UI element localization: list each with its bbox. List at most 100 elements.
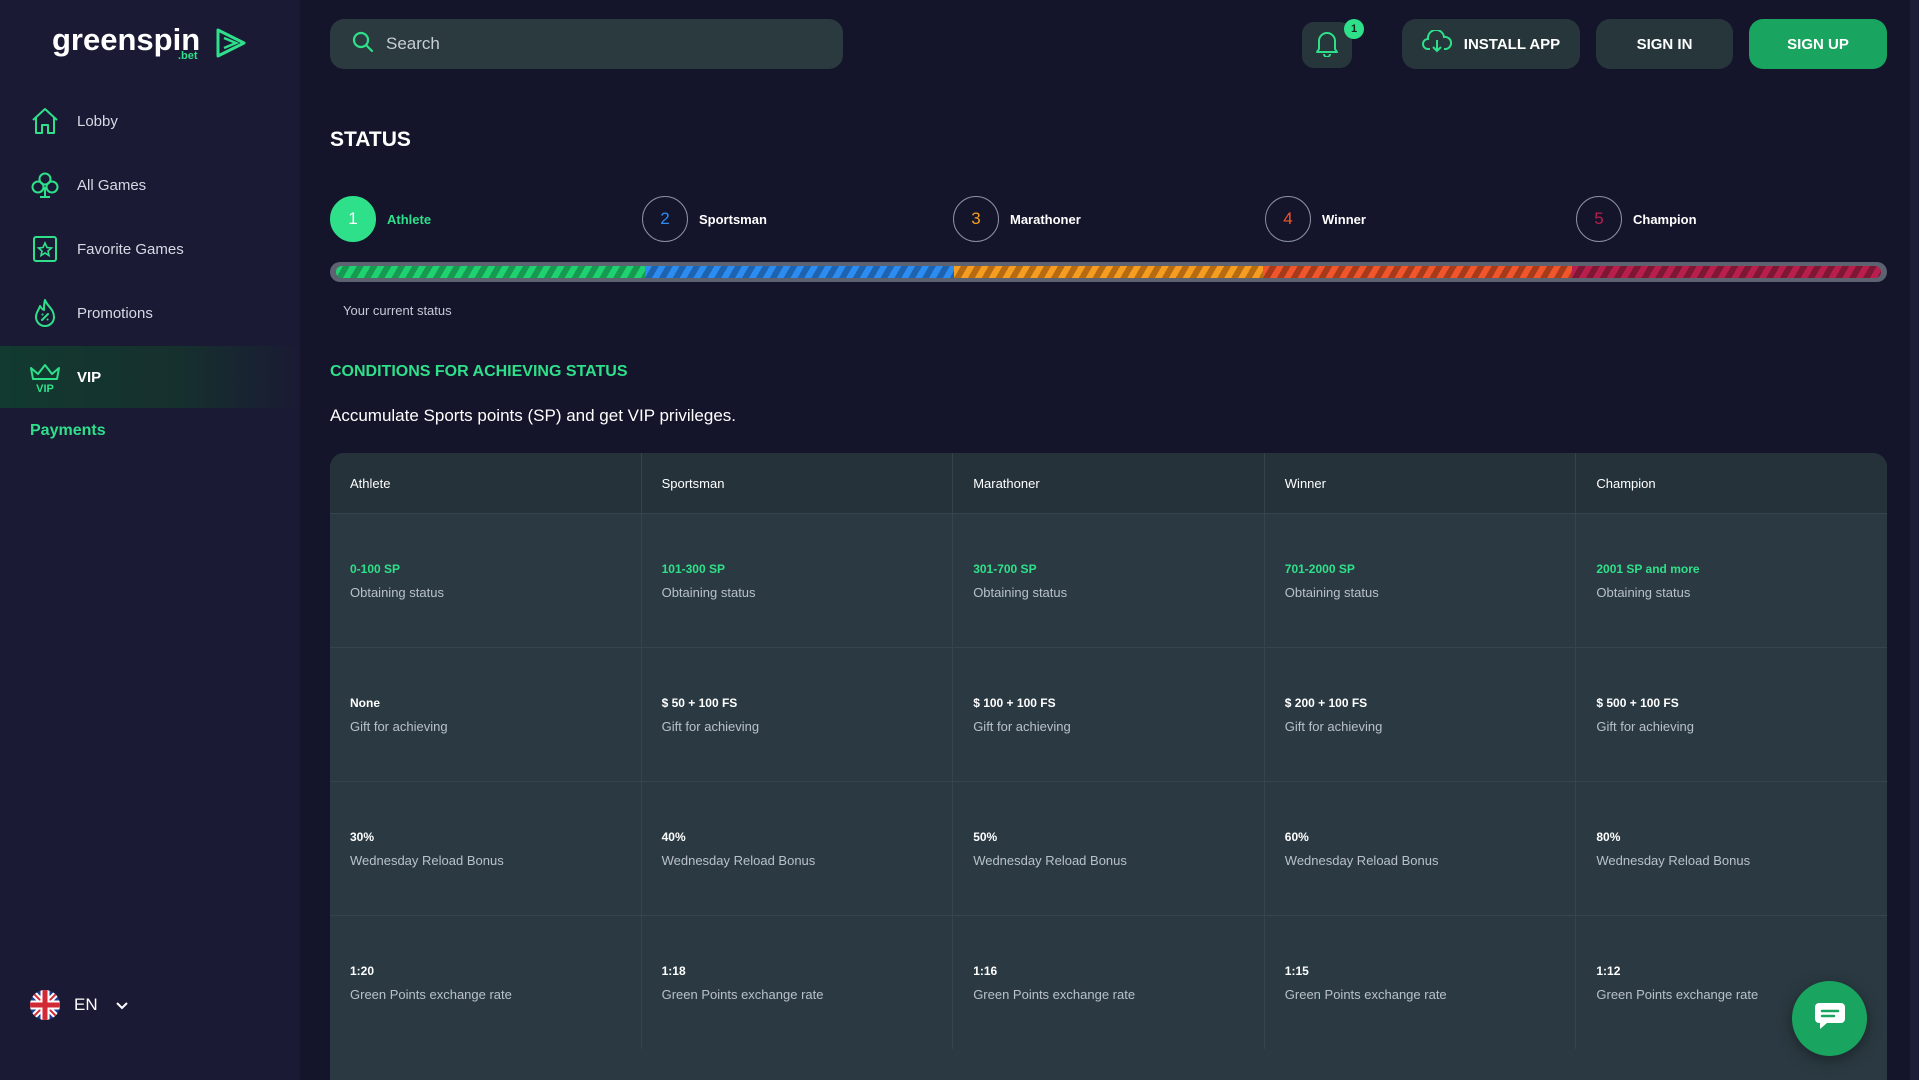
cell-value: 1:16 <box>973 963 998 978</box>
cell-value: $ 50 + 100 FS <box>661 695 738 710</box>
status-step-champion: 5 Champion <box>1576 196 1697 242</box>
table-column-header: Athlete <box>330 453 642 513</box>
sidebar-item-vip[interactable]: VIP VIP <box>0 346 300 408</box>
sign-up-button[interactable]: SIGN UP <box>1749 19 1887 69</box>
logo-mark-icon <box>216 28 246 58</box>
search-icon <box>352 31 374 58</box>
sidebar-item-label: All Games <box>77 176 147 194</box>
sidebar-payments-link[interactable]: Payments <box>30 422 106 440</box>
table-cell: 30% Wednesday Reload Bonus <box>330 782 642 915</box>
table-body: 0-100 SP Obtaining status 101-300 SP Obtain… <box>330 513 1887 1049</box>
step-label: Sportsman <box>699 211 767 227</box>
conditions-description: Accumulate Sports points (SP) and get VI… <box>330 406 736 425</box>
cell-value: 101-300 SP <box>661 561 725 576</box>
page-title: STATUS <box>330 128 411 151</box>
language-selector[interactable]: EN <box>30 990 128 1020</box>
table-cell: 60% Wednesday Reload Bonus <box>1265 782 1577 915</box>
status-step-winner: 4 Winner <box>1265 196 1366 242</box>
page-scrollbar[interactable] <box>1910 0 1919 1080</box>
progress-segment-athlete <box>336 266 645 278</box>
install-app-button[interactable]: INSTALL APP <box>1402 19 1580 69</box>
sidebar-item-favorite-games[interactable]: Favorite Games <box>0 218 300 280</box>
cell-value: 701-2000 SP <box>1284 561 1355 576</box>
table-column-header: Champion <box>1596 475 1656 491</box>
step-number: 2 <box>642 196 688 242</box>
cell-description: Obtaining status <box>1596 584 1691 600</box>
search-input[interactable] <box>386 34 786 54</box>
chevron-down-icon <box>115 995 128 1015</box>
language-label: EN <box>74 995 98 1014</box>
progress-segment-sportsman <box>645 266 954 278</box>
progress-track <box>336 266 1881 278</box>
cell-description: Obtaining status <box>1284 584 1379 600</box>
cell-value: 60% <box>1284 829 1309 844</box>
cell-description: Green Points exchange rate <box>1284 986 1447 1002</box>
table-row: 30% Wednesday Reload Bonus 40% Wednesday Re… <box>330 781 1887 915</box>
progress-segment-champion <box>1572 266 1881 278</box>
cloud-download-icon <box>1421 28 1452 58</box>
sidebar-item-promotions[interactable]: Promotions <box>0 282 300 344</box>
cell-description: Green Points exchange rate <box>661 986 824 1002</box>
sidebar-item-all-games[interactable]: All Games <box>0 154 300 216</box>
fire-icon <box>28 296 62 330</box>
cell-value: 30% <box>350 829 375 844</box>
cell-description: Wednesday Reload Bonus <box>350 852 504 868</box>
table-row: 1:20 Green Points exchange rate 1:18 Green … <box>330 915 1887 1049</box>
table-cell: 1:18 Green Points exchange rate <box>642 916 954 1049</box>
conditions-title: CONDITIONS FOR ACHIEVING STATUS <box>330 363 628 380</box>
step-label: Winner <box>1322 211 1366 227</box>
club-icon <box>28 168 62 202</box>
uk-flag-icon <box>30 990 60 1020</box>
step-number: 1 <box>330 196 376 242</box>
table-cell: 301-700 SP Obtaining status <box>953 514 1265 647</box>
search-bar[interactable] <box>330 19 843 69</box>
step-label: Champion <box>1633 211 1697 227</box>
cell-description: Green Points exchange rate <box>350 986 512 1002</box>
table-cell: 1:20 Green Points exchange rate <box>330 916 642 1049</box>
step-label: Athlete <box>387 211 432 227</box>
cell-description: Gift for achieving <box>1596 718 1694 734</box>
step-number: 3 <box>953 196 999 242</box>
favorite-icon <box>28 232 62 266</box>
progress-segment-winner <box>1263 266 1572 278</box>
cell-description: Obtaining status <box>350 584 444 600</box>
cell-description: Gift for achieving <box>973 718 1071 734</box>
cell-value: 1:15 <box>1284 963 1309 978</box>
cell-description: Gift for achieving <box>1284 718 1383 734</box>
table-cell: 1:15 Green Points exchange rate <box>1265 916 1577 1049</box>
cell-value: 50% <box>973 829 998 844</box>
cell-value: 80% <box>1596 829 1621 844</box>
cell-value: 40% <box>661 829 686 844</box>
cell-value: $ 100 + 100 FS <box>973 695 1056 710</box>
table-row: None Gift for achieving $ 50 + 100 FS Gift … <box>330 647 1887 781</box>
cell-description: Obtaining status <box>661 584 756 600</box>
cell-value: 0-100 SP <box>350 561 401 576</box>
cell-value: 301-700 SP <box>973 561 1037 576</box>
cell-description: Gift for achieving <box>350 718 448 734</box>
step-number: 5 <box>1576 196 1622 242</box>
install-app-label: INSTALL APP <box>1463 35 1561 53</box>
table-cell: 701-2000 SP Obtaining status <box>1265 514 1577 647</box>
cell-value: None <box>350 695 380 710</box>
table-column-header: Marathoner <box>953 453 1265 513</box>
cell-description: Gift for achieving <box>661 718 760 734</box>
cell-description: Wednesday Reload Bonus <box>661 852 816 868</box>
cell-description: Wednesday Reload Bonus <box>1284 852 1439 868</box>
chat-button[interactable] <box>1792 981 1867 1056</box>
sidebar-nav: Lobby All Games Favorite Games Promotion… <box>0 90 300 410</box>
table-cell: 80% Wednesday Reload Bonus <box>1576 782 1887 915</box>
cell-value: 1:20 <box>350 963 375 978</box>
cell-value: 1:12 <box>1596 963 1621 978</box>
table-cell: 0-100 SP Obtaining status <box>330 514 642 647</box>
cell-description: Green Points exchange rate <box>973 986 1136 1002</box>
sidebar-item-label: Lobby <box>77 112 118 130</box>
sidebar-item-lobby[interactable]: Lobby <box>0 90 300 152</box>
cell-value: 2001 SP and more <box>1596 561 1700 576</box>
table-cell: 101-300 SP Obtaining status <box>642 514 954 647</box>
sign-in-button[interactable]: SIGN IN <box>1596 19 1733 69</box>
table-cell: 2001 SP and more Obtaining status <box>1576 514 1887 647</box>
sidebar-item-label: VIP <box>77 368 102 386</box>
logo[interactable]: greenspin .bet <box>52 22 248 72</box>
home-icon <box>28 104 62 138</box>
cell-description: Wednesday Reload Bonus <box>973 852 1127 868</box>
